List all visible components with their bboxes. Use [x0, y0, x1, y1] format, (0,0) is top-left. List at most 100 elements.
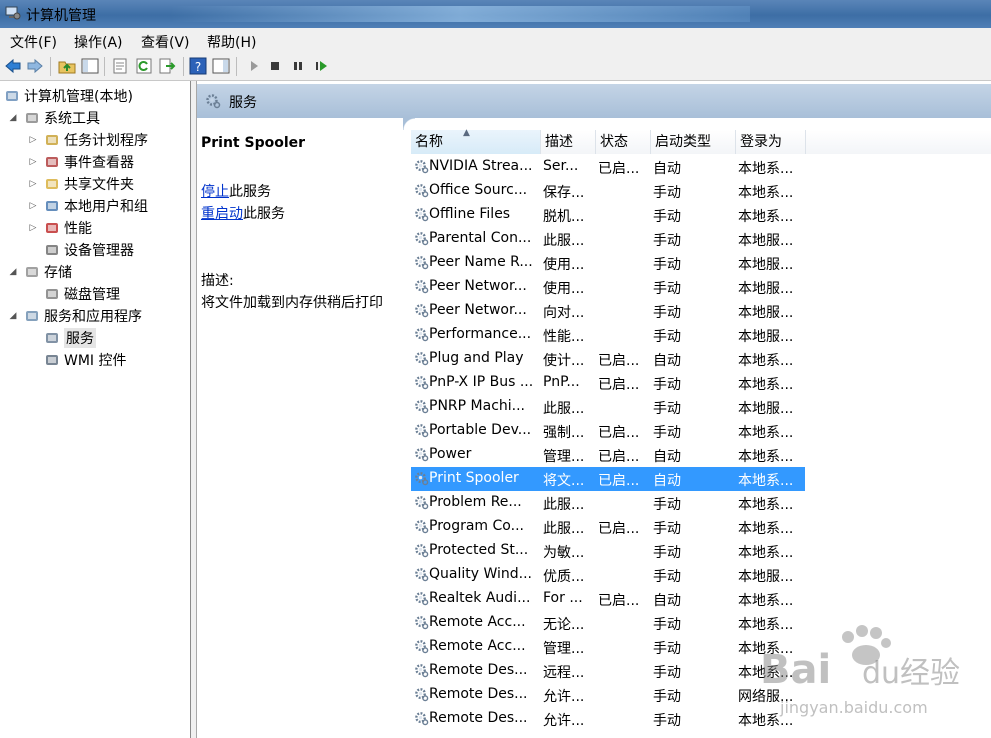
start-icon[interactable] — [245, 57, 263, 75]
service-startup-cell: 手动 — [653, 305, 681, 321]
service-row[interactable]: Realtek Audi... For ... 已启... 自动 本地系... — [411, 587, 805, 611]
service-row[interactable]: PNRP Machi... 此服... 手动 本地服... — [411, 395, 805, 419]
expand-arrow-icon[interactable]: ▷ — [28, 223, 38, 233]
tree-item-label: 服务和应用程序 — [44, 309, 142, 325]
service-row[interactable]: Offline Files 脱机... 手动 本地系... — [411, 203, 805, 227]
column-description-label: 描述 — [545, 134, 573, 150]
menu-action[interactable]: 操作(A) — [74, 32, 123, 52]
menu-view[interactable]: 查看(V) — [141, 32, 190, 52]
tools-icon — [26, 113, 38, 123]
service-gear-icon — [415, 424, 429, 438]
service-startup-cell: 自动 — [653, 161, 681, 177]
column-header-startup-type[interactable]: 启动类型 — [651, 130, 736, 154]
collapse-arrow-icon[interactable]: ◢ — [8, 311, 18, 321]
expand-arrow-icon[interactable]: ▷ — [28, 157, 38, 167]
service-status-cell: 已启... — [598, 425, 640, 441]
service-logon-cell: 本地服... — [738, 233, 794, 249]
service-startup-cell: 手动 — [653, 545, 681, 561]
restart-service-link[interactable]: 重启动 — [201, 206, 243, 222]
service-row[interactable]: Plug and Play 使计... 已启... 自动 本地系... — [411, 347, 805, 371]
service-gear-icon — [415, 640, 429, 654]
service-desc-cell: 此服... — [543, 521, 585, 537]
service-startup-cell: 手动 — [653, 617, 681, 633]
service-startup-cell: 手动 — [653, 185, 681, 201]
tree-item-label: 任务计划程序 — [64, 133, 148, 149]
column-header-description[interactable]: 描述 — [541, 130, 596, 154]
expand-arrow-icon[interactable]: ▷ — [28, 201, 38, 211]
column-header-name[interactable]: ▲ 名称 — [411, 128, 541, 154]
expand-arrow-icon[interactable]: ▷ — [28, 135, 38, 145]
service-startup-cell: 自动 — [653, 449, 681, 465]
service-startup-cell: 手动 — [653, 641, 681, 657]
service-row[interactable]: Performance... 性能... 手动 本地服... — [411, 323, 805, 347]
service-logon-cell: 本地服... — [738, 257, 794, 273]
service-desc-cell: For ... — [543, 590, 583, 606]
service-desc-cell: 此服... — [543, 497, 585, 513]
selected-service-name: Print Spooler — [201, 135, 306, 151]
disk-icon — [46, 289, 58, 299]
restart-service-suffix: 此服务 — [243, 206, 285, 222]
stop-service-link[interactable]: 停止 — [201, 184, 229, 200]
tree-item[interactable]: ◢ 存储 — [8, 262, 72, 282]
service-gear-icon — [415, 400, 429, 414]
tree-item[interactable]: 设备管理器 — [28, 240, 134, 260]
service-row[interactable]: NVIDIA Strea... Ser... 已启... 自动 本地系... — [411, 155, 805, 179]
collapse-arrow-icon[interactable]: ◢ — [8, 113, 18, 123]
back-icon[interactable] — [4, 57, 22, 75]
tree-item[interactable]: ◢ 服务和应用程序 — [8, 306, 142, 326]
service-status-cell: 已启... — [598, 593, 640, 609]
tree-item-label: 事件查看器 — [64, 155, 134, 171]
tree-item[interactable]: ▷ 共享文件夹 — [28, 174, 134, 194]
forward-icon[interactable] — [26, 57, 44, 75]
service-row[interactable]: Problem Re... 此服... 手动 本地系... — [411, 491, 805, 515]
restart-service-action: 重启动此服务 — [201, 203, 285, 223]
export-list-icon[interactable] — [158, 57, 176, 75]
tree-item-label: 本地用户和组 — [64, 199, 148, 215]
service-row[interactable]: Peer Networ... 向对... 手动 本地服... — [411, 299, 805, 323]
service-desc-cell: 允许... — [543, 713, 585, 729]
show-hide-tree-icon[interactable] — [81, 57, 99, 75]
service-row[interactable]: Office Sourc... 保存... 手动 本地系... — [411, 179, 805, 203]
tree-item[interactable]: ▷ 性能 — [28, 218, 92, 238]
refresh-icon[interactable] — [135, 57, 153, 75]
service-row[interactable]: Power 管理... 已启... 自动 本地系... — [411, 443, 805, 467]
service-startup-cell: 手动 — [653, 689, 681, 705]
description-label: 描述: — [201, 273, 234, 289]
service-name-cell: Print Spooler — [429, 470, 519, 486]
service-row[interactable]: Parental Con... 此服... 手动 本地服... — [411, 227, 805, 251]
show-hide-action-pane-icon[interactable] — [212, 57, 230, 75]
expand-arrow-icon[interactable]: ▷ — [28, 179, 38, 189]
column-name-label: 名称 — [415, 134, 443, 150]
svg-text:jingyan.baidu.com: jingyan.baidu.com — [779, 698, 928, 717]
service-row[interactable]: Portable Dev... 强制... 已启... 手动 本地系... — [411, 419, 805, 443]
properties-icon[interactable] — [111, 57, 129, 75]
tree-item[interactable]: 磁盘管理 — [28, 284, 120, 304]
tree-item[interactable]: 服务 — [28, 328, 96, 348]
tree-item[interactable]: 计算机管理(本地) — [4, 86, 133, 106]
tree-item[interactable]: ◢ 系统工具 — [8, 108, 100, 128]
pause-icon[interactable] — [289, 57, 307, 75]
column-header-logon-as[interactable]: 登录为 — [736, 130, 806, 154]
tree-item[interactable]: ▷ 事件查看器 — [28, 152, 134, 172]
tree-item[interactable]: ▷ 本地用户和组 — [28, 196, 148, 216]
service-row[interactable]: Print Spooler 将文... 已启... 自动 本地系... — [411, 467, 805, 491]
service-row[interactable]: Program Co... 此服... 已启... 手动 本地系... — [411, 515, 805, 539]
menu-file[interactable]: 文件(F) — [10, 32, 57, 52]
tree-item[interactable]: WMI 控件 — [28, 350, 127, 370]
tree-item[interactable]: ▷ 任务计划程序 — [28, 130, 148, 150]
service-name-cell: Protected St... — [429, 542, 529, 558]
service-row[interactable]: Protected St... 为敏... 手动 本地系... — [411, 539, 805, 563]
service-row[interactable]: Peer Networ... 使用... 手动 本地服... — [411, 275, 805, 299]
service-row[interactable]: Peer Name R... 使用... 手动 本地服... — [411, 251, 805, 275]
service-row[interactable]: Quality Wind... 优质... 手动 本地服... — [411, 563, 805, 587]
collapse-arrow-icon[interactable]: ◢ — [8, 267, 18, 277]
help-icon[interactable]: ? — [189, 57, 207, 75]
service-gear-icon — [415, 160, 429, 174]
menu-help[interactable]: 帮助(H) — [207, 32, 256, 52]
up-folder-icon[interactable] — [58, 57, 76, 75]
service-logon-cell: 本地服... — [738, 305, 794, 321]
stop-icon[interactable] — [266, 57, 284, 75]
column-header-status[interactable]: 状态 — [596, 130, 651, 154]
service-row[interactable]: PnP-X IP Bus ... PnP... 已启... 手动 本地系... — [411, 371, 805, 395]
restart-icon[interactable] — [312, 57, 330, 75]
